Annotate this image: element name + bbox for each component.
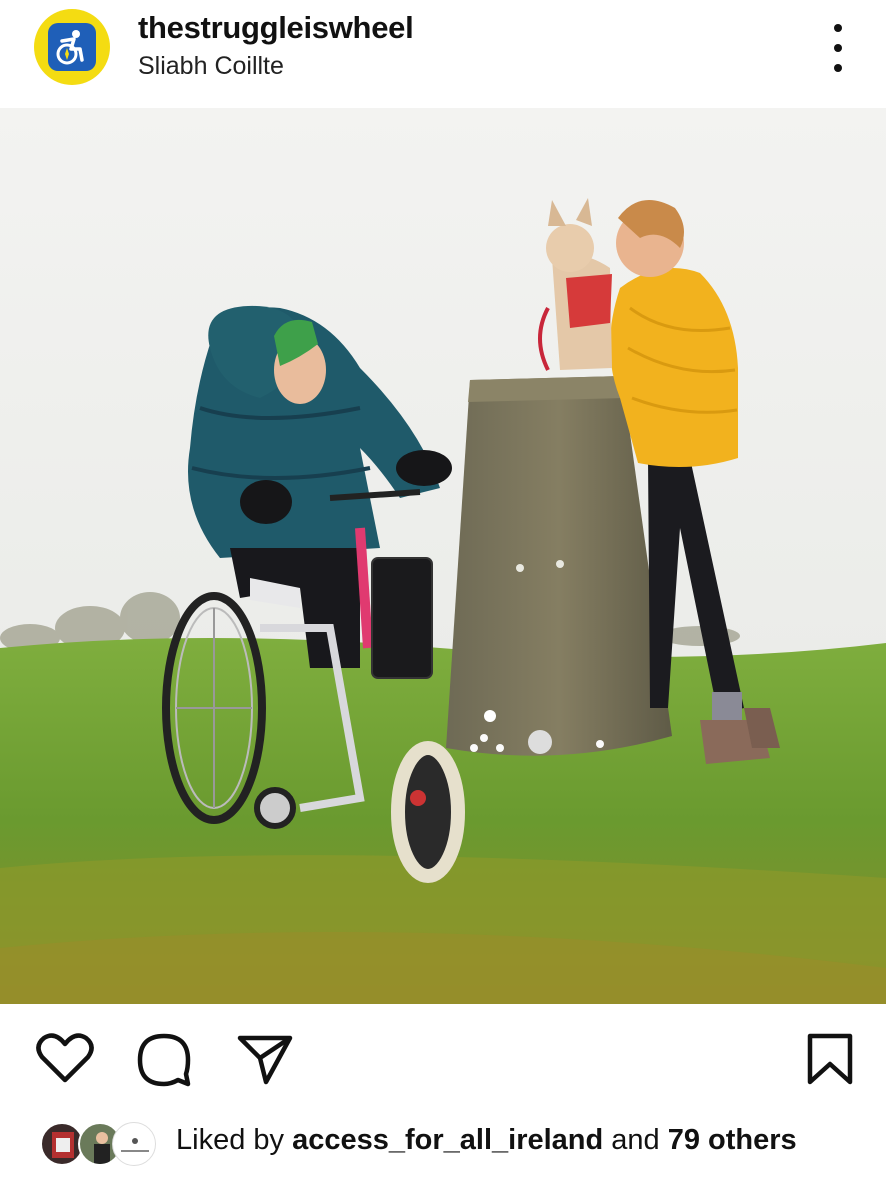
liked-by-text: Liked by access_for_all_ireland and 79 o…	[176, 1120, 816, 1160]
liked-by-prefix: Liked by	[176, 1124, 293, 1156]
more-options-icon[interactable]	[826, 24, 850, 72]
heart-icon[interactable]	[36, 1032, 94, 1089]
liked-by-middle: and	[603, 1124, 668, 1156]
profile-avatar[interactable]	[34, 9, 110, 85]
comment-icon[interactable]	[136, 1032, 192, 1093]
send-icon[interactable]	[236, 1032, 294, 1091]
liked-by-user[interactable]: access_for_all_ireland	[292, 1124, 603, 1156]
likes-section: Liked by access_for_all_ireland and 79 o…	[0, 1110, 886, 1200]
likes-others[interactable]: others	[700, 1124, 797, 1156]
post-username[interactable]: thestruggleiswheel	[138, 10, 414, 46]
photo-scene	[0, 108, 886, 1004]
bookmark-icon[interactable]	[806, 1032, 854, 1091]
liker-avatar[interactable]	[112, 1122, 156, 1166]
post-action-bar	[0, 1004, 886, 1104]
wheelchair-compass-icon	[48, 23, 96, 71]
post-header: thestruggleiswheel Sliabh Coillte	[0, 0, 886, 108]
post-photo[interactable]	[0, 108, 886, 1004]
post-location[interactable]: Sliabh Coillte	[138, 52, 284, 81]
likes-count[interactable]: 79	[668, 1124, 700, 1156]
